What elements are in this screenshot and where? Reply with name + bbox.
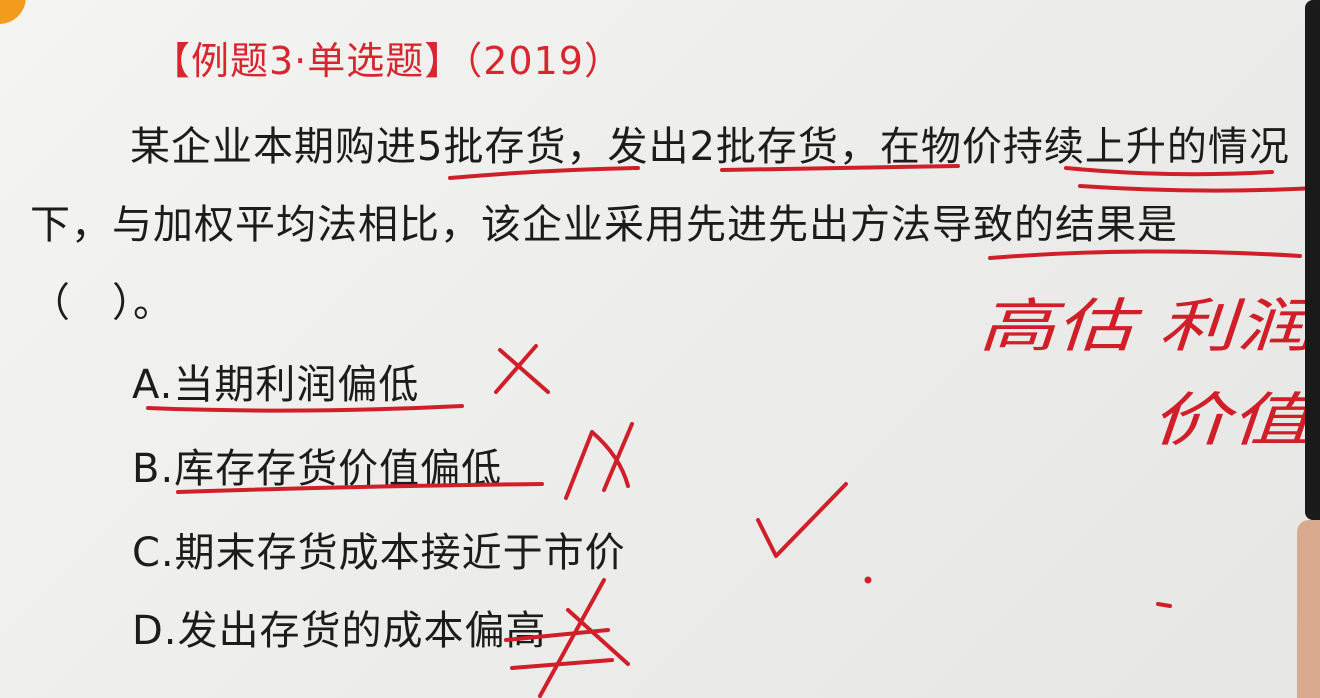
handwritten-annotations: 高估 利润 价值 [146,164,1320,698]
question-stem: 某企业本期购进5批存货，发出2批存货，在物价持续上升的情况下，与加权平均法相比，… [30,124,1290,326]
presenter-hand [1297,520,1320,698]
option-a: A.当期利润偏低 [132,362,420,408]
dash-mark [1156,602,1172,608]
check-mark-c-icon [756,482,848,558]
cross-mark-b-icon [564,422,634,500]
presenter-hair [1305,0,1320,520]
slide-badge-icon [0,0,26,24]
option-c: C.期末存货成本接近于市价 [132,530,626,576]
handwritten-note-2: 价值 [1150,386,1320,454]
option-b: B.库存存货价值偏低 [132,446,503,492]
cross-mark-a-icon [494,344,550,394]
option-d: D.发出存货的成本偏高 [132,608,547,654]
question-title: 【例题3·单选题】（2019） [152,39,623,83]
presenter-edge [1297,0,1320,698]
lecture-slide: 【例题3·单选题】（2019） 某企业本期购进5批存货，发出2批存货，在物价持续… [0,0,1320,698]
